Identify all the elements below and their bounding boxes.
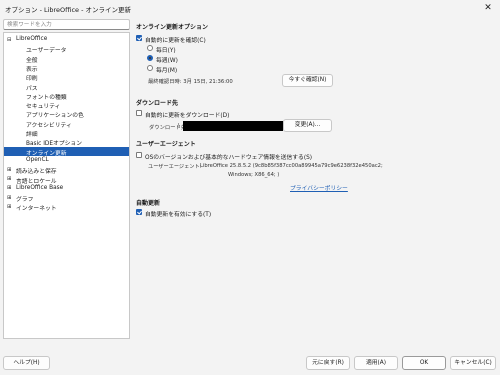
expand-icon[interactable]: ⊞ — [7, 195, 12, 201]
title-bar: オプション - LibreOffice - オンライン更新 ✕ — [0, 0, 500, 16]
last-checked-text: 最終確認日時: 3月 15日, 21:36:00 — [148, 79, 233, 85]
expand-icon[interactable]: ⊞ — [7, 185, 12, 191]
check-now-button[interactable]: 今すぐ確認(N) — [282, 74, 333, 87]
tree-item[interactable]: ⊞ インターネット — [4, 202, 129, 213]
options-tree: ⊟ LibreOffice ユーザーデータ 全般 表示 印刷 パス フォントの種類 セキュリティ… — [3, 32, 130, 339]
tree-item[interactable]: OpenCL — [4, 156, 129, 165]
freq-weekly-radio[interactable] — [147, 55, 153, 61]
user-agent-label: ユーザーエージェント: — [148, 164, 202, 170]
tree-item[interactable]: 全般 — [4, 54, 129, 64]
freq-daily-radio[interactable] — [147, 45, 153, 51]
user-agent-value-line1: LibreOffice 25.8.5.2 (9c8b85f387cc00a899… — [200, 163, 383, 169]
download-heading: ダウンロード先 — [136, 100, 179, 107]
tree-item[interactable]: アプリケーションの色 — [4, 109, 129, 119]
tree-item[interactable]: ⊟ LibreOffice — [4, 35, 129, 44]
download-dest-value: \ — [178, 123, 180, 129]
tree-item[interactable]: ⊞ LibreOffice Base — [4, 184, 129, 193]
freq-monthly-label: 毎月(M) — [156, 68, 178, 74]
auto-check-checkbox[interactable] — [136, 35, 142, 41]
tree-item[interactable]: アクセシビリティ — [4, 119, 129, 129]
send-os-info-checkbox[interactable] — [136, 152, 142, 158]
help-button[interactable]: ヘルプ(H) — [3, 356, 50, 370]
expand-icon[interactable]: ⊞ — [7, 204, 12, 210]
privacy-policy-link[interactable]: プライバシーポリシー — [290, 183, 348, 192]
tree-item[interactable]: ユーザーデータ — [4, 44, 129, 54]
download-dest-redacted — [183, 121, 283, 131]
tree-item[interactable]: ⊞ 言語とロケール — [4, 175, 129, 185]
tree-item[interactable]: フォントの種類 — [4, 91, 129, 101]
tree-item[interactable]: パス — [4, 82, 129, 92]
tree-item[interactable]: ⊞ グラフ — [4, 193, 129, 204]
tree-item[interactable]: セキュリティ — [4, 100, 129, 110]
tree-item[interactable]: 詳細 — [4, 128, 129, 138]
tree-item[interactable]: 印刷 — [4, 72, 129, 82]
expand-icon[interactable]: ⊞ — [7, 176, 12, 182]
freq-daily-label: 毎日(Y) — [156, 48, 176, 54]
send-os-info-label: OSのバージョンおよび基本的なハードウェア情報を送信する(S) — [145, 155, 313, 161]
auto-update-heading: 自動更新 — [136, 200, 161, 207]
freq-weekly-label: 毎週(W) — [156, 58, 178, 64]
ok-button[interactable]: OK — [402, 356, 446, 370]
collapse-icon[interactable]: ⊟ — [7, 37, 12, 43]
close-icon[interactable]: ✕ — [482, 2, 494, 14]
apply-button[interactable]: 適用(A) — [354, 356, 398, 370]
tree-item-label: LibreOffice — [16, 36, 48, 42]
tree-item[interactable]: オンライン更新 — [4, 146, 129, 157]
window-title: オプション - LibreOffice - オンライン更新 — [5, 6, 132, 14]
change-dest-button[interactable]: 変更(A)... — [283, 119, 332, 132]
tree-item[interactable]: ⊞ 読み込みと保存 — [4, 165, 129, 176]
auto-download-label: 自動的に更新をダウンロード(D) — [145, 113, 230, 119]
expand-icon[interactable]: ⊞ — [7, 167, 12, 173]
tree-item[interactable]: 表示 — [4, 63, 129, 73]
tree-item-label: インターネット — [16, 206, 57, 213]
tree-item[interactable]: Basic IDEオプション — [4, 137, 129, 147]
search-input[interactable] — [3, 19, 130, 30]
enable-auto-update-label: 自動更新を有効にする(T) — [145, 212, 212, 218]
auto-check-label: 自動的に更新を確認(C) — [145, 38, 206, 44]
reset-button[interactable]: 元に戻す(R) — [306, 356, 350, 370]
tree-item-label: OpenCL — [26, 156, 49, 163]
cancel-button[interactable]: キャンセル(C) — [450, 356, 496, 370]
freq-monthly-radio[interactable] — [147, 65, 153, 71]
user-agent-value-line2: Windows; X86_64; ) — [228, 172, 280, 178]
tree-item-label: LibreOffice Base — [16, 184, 64, 191]
update-options-heading: オンライン更新オプション — [136, 24, 209, 31]
user-agent-heading: ユーザーエージェント — [136, 141, 196, 148]
enable-auto-update-checkbox[interactable] — [136, 209, 142, 215]
auto-download-checkbox[interactable] — [136, 110, 142, 116]
